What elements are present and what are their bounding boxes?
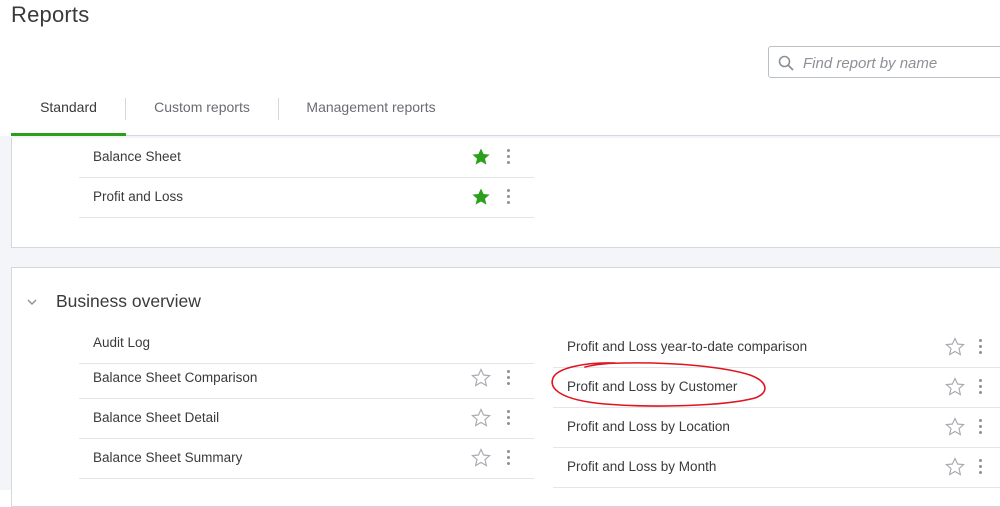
star-outline-icon[interactable] [945,417,965,437]
report-row-balance-sheet-summary[interactable]: Balance Sheet Summary [79,439,534,479]
report-row-profit-and-loss[interactable]: Profit and Loss [79,178,534,218]
kebab-menu-icon[interactable] [505,370,511,388]
tab-standard[interactable]: Standard [11,90,126,134]
section-title: Business overview [56,291,201,311]
kebab-menu-icon[interactable] [977,459,983,477]
search-input[interactable] [801,52,995,74]
report-link[interactable]: Profit and Loss year-to-date comparison [567,328,807,366]
star-filled-icon[interactable] [471,187,491,207]
report-row-pl-ytd-comparison[interactable]: Profit and Loss year-to-date comparison [553,328,1000,368]
favorites-card: Balance Sheet Profit and Loss [11,138,1000,248]
tab-divider [125,98,126,120]
report-row-balance-sheet-detail[interactable]: Balance Sheet Detail [79,399,534,439]
report-row-pl-by-customer[interactable]: Profit and Loss by Customer [553,368,1000,408]
report-row-pl-by-month[interactable]: Profit and Loss by Month [553,448,1000,488]
report-tabs: Standard Custom reports Management repor… [11,90,1000,136]
kebab-menu-icon[interactable] [505,149,511,167]
tab-custom-reports[interactable]: Custom reports [137,90,267,134]
tab-divider [278,98,279,120]
star-filled-icon[interactable] [471,147,491,167]
kebab-menu-icon[interactable] [505,450,511,468]
search-icon [778,55,794,71]
chevron-down-icon[interactable] [26,296,38,308]
business-overview-card: Business overview Audit Log Balance Shee… [11,267,1000,507]
report-link[interactable]: Balance Sheet [93,138,181,176]
report-link[interactable]: Profit and Loss by Customer [567,368,737,406]
search-box[interactable] [768,46,1000,78]
kebab-menu-icon[interactable] [977,379,983,397]
kebab-menu-icon[interactable] [505,189,511,207]
star-outline-icon[interactable] [471,448,491,468]
star-outline-icon[interactable] [945,457,965,477]
report-link[interactable]: Profit and Loss [93,178,183,216]
page-title: Reports [11,2,90,27]
kebab-menu-icon[interactable] [977,419,983,437]
tab-management-reports[interactable]: Management reports [291,90,451,134]
star-outline-icon[interactable] [471,408,491,428]
report-link[interactable]: Audit Log [93,324,150,362]
report-row-balance-sheet[interactable]: Balance Sheet [79,138,534,178]
kebab-menu-icon[interactable] [505,410,511,428]
report-row-audit-log[interactable]: Audit Log [79,324,534,364]
kebab-menu-icon[interactable] [977,339,983,357]
report-row-balance-sheet-comparison[interactable]: Balance Sheet Comparison [79,359,534,399]
star-outline-icon[interactable] [945,377,965,397]
report-link[interactable]: Profit and Loss by Location [567,408,730,446]
star-outline-icon[interactable] [471,368,491,388]
report-row-pl-by-location[interactable]: Profit and Loss by Location [553,408,1000,448]
report-link[interactable]: Balance Sheet Detail [93,399,219,437]
report-link[interactable]: Balance Sheet Summary [93,439,242,477]
report-link[interactable]: Profit and Loss by Month [567,448,716,486]
report-link[interactable]: Balance Sheet Comparison [93,359,257,397]
star-outline-icon[interactable] [945,337,965,357]
